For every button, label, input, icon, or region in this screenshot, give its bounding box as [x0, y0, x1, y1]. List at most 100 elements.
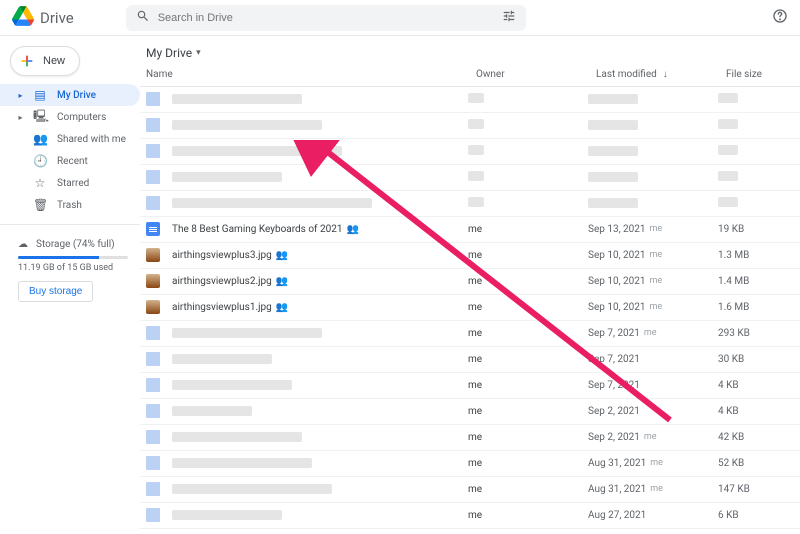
file-size: 1.3 MB	[718, 250, 749, 261]
file-row[interactable]: airthingsviewplus3.jpg 👥meSep 10, 2021 m…	[140, 243, 800, 269]
file-icon	[146, 456, 160, 470]
storage-bar	[18, 256, 128, 259]
sidebar: New ▸▤My Drive▸🖳Computers👥Shared with me…	[0, 36, 140, 534]
file-icon	[146, 170, 160, 184]
shared-icon: 👥	[276, 250, 288, 261]
modified-date: Sep 13, 2021	[588, 224, 646, 235]
owner: me	[468, 302, 482, 313]
file-row[interactable]	[140, 87, 800, 113]
column-headers: Name Owner Last modified ↓ File size	[140, 64, 800, 87]
file-row[interactable]	[140, 191, 800, 217]
file-row[interactable]: airthingsviewplus1.jpg 👥meSep 10, 2021 m…	[140, 295, 800, 321]
cloud-icon: ☁	[18, 239, 28, 250]
nav-icon: ☆	[33, 176, 47, 190]
file-size: 52 KB	[718, 458, 744, 469]
shared-icon: 👥	[276, 276, 288, 287]
file-size: 6 KB	[718, 510, 739, 521]
file-icon	[146, 404, 160, 418]
modified-date: Sep 7, 2021	[588, 328, 640, 339]
owner: me	[468, 250, 482, 261]
file-row[interactable]	[140, 139, 800, 165]
file-name: The 8 Best Gaming Keyboards of 2021	[172, 224, 342, 235]
owner: me	[468, 510, 482, 521]
modified-date: Sep 10, 2021	[588, 276, 646, 287]
owner: me	[468, 276, 482, 287]
file-row[interactable]: airthingsviewplus2.jpg 👥meSep 10, 2021 m…	[140, 269, 800, 295]
modified-date: Aug 27, 2021	[588, 510, 646, 521]
col-name[interactable]: Name	[146, 69, 476, 80]
file-size: 19 KB	[718, 224, 744, 235]
sidebar-item-my-drive[interactable]: ▸▤My Drive	[0, 84, 140, 106]
file-icon	[146, 92, 160, 106]
file-row[interactable]: meAug 31, 2021 me147 KB	[140, 477, 800, 503]
sidebar-item-starred[interactable]: ☆Starred	[0, 172, 140, 194]
logo[interactable]: Drive	[12, 5, 74, 31]
doc-icon	[146, 222, 160, 236]
buy-storage-button[interactable]: Buy storage	[18, 281, 93, 302]
shared-icon: 👥	[346, 224, 358, 235]
modified-date: Sep 2, 2021	[588, 406, 640, 417]
nav-icon: 👥	[33, 132, 47, 146]
file-row[interactable]: meSep 7, 20214 KB	[140, 373, 800, 399]
owner: me	[468, 406, 482, 417]
header: Drive	[0, 0, 800, 36]
file-icon	[146, 326, 160, 340]
storage-label[interactable]: ☁ Storage (74% full)	[18, 239, 128, 250]
file-row[interactable]: me Sep 2, 2021 4 KB	[140, 399, 800, 425]
file-row[interactable]: meAug 27, 2021 me72 KB	[140, 529, 800, 534]
file-icon	[146, 196, 160, 210]
new-button[interactable]: New	[10, 46, 80, 76]
help-icon[interactable]	[772, 8, 788, 27]
file-row[interactable]: meAug 31, 2021 me52 KB	[140, 451, 800, 477]
breadcrumb[interactable]: My Drive ▾	[140, 36, 800, 64]
nav-icon: ▤	[33, 88, 47, 102]
file-row[interactable]	[140, 113, 800, 139]
content: My Drive ▾ Name Owner Last modified ↓ Fi…	[140, 36, 800, 534]
app-name: Drive	[40, 9, 74, 27]
search-input[interactable]	[158, 12, 494, 24]
col-modified[interactable]: Last modified ↓	[596, 69, 726, 80]
new-label: New	[43, 55, 65, 67]
nav-label: Computers	[57, 112, 106, 123]
file-size: 4 KB	[718, 406, 739, 417]
file-row[interactable]	[140, 165, 800, 191]
storage-section: ☁ Storage (74% full) 11.19 GB of 15 GB u…	[0, 239, 140, 302]
file-row[interactable]: meSep 7, 2021 me293 KB	[140, 321, 800, 347]
file-size: 30 KB	[718, 354, 744, 365]
file-icon	[146, 508, 160, 522]
owner: me	[468, 458, 482, 469]
modified-date: Sep 7, 2021	[588, 380, 640, 391]
sidebar-item-shared-with-me[interactable]: 👥Shared with me	[0, 128, 140, 150]
file-row[interactable]: me Aug 27, 2021 6 KB	[140, 503, 800, 529]
drive-logo-icon	[12, 5, 34, 31]
sidebar-item-recent[interactable]: 🕘 Recent	[0, 150, 140, 172]
nav-label: Recent	[57, 156, 88, 167]
sidebar-item-computers[interactable]: ▸🖳Computers	[0, 106, 140, 128]
col-size[interactable]: File size	[726, 69, 800, 80]
file-icon	[146, 352, 160, 366]
modified-date: Sep 10, 2021	[588, 302, 646, 313]
sidebar-item-trash[interactable]: 🗑Trash	[0, 194, 140, 216]
nav-icon: 🗑	[33, 198, 47, 212]
file-row[interactable]: The 8 Best Gaming Keyboards of 2021 👥meS…	[140, 217, 800, 243]
tune-icon[interactable]	[502, 9, 516, 26]
owner: me	[468, 354, 482, 365]
file-size: 1.4 MB	[718, 276, 749, 287]
file-row[interactable]: meSep 2, 2021 me42 KB	[140, 425, 800, 451]
file-row[interactable]: meSep 7, 202130 KB	[140, 347, 800, 373]
plus-icon	[19, 53, 35, 69]
expand-icon: ▸	[18, 91, 23, 100]
owner: me	[468, 432, 482, 443]
shared-icon: 👥	[276, 302, 288, 313]
file-name: airthingsviewplus3.jpg	[172, 250, 272, 261]
file-size: 42 KB	[718, 432, 744, 443]
col-owner[interactable]: Owner	[476, 69, 596, 80]
file-size: 293 KB	[718, 328, 750, 339]
sort-desc-icon: ↓	[663, 69, 668, 80]
nav-icon: 🕘	[33, 154, 47, 168]
file-icon	[146, 430, 160, 444]
search-bar[interactable]	[126, 5, 526, 31]
image-icon	[146, 274, 160, 288]
file-size: 147 KB	[718, 484, 750, 495]
file-list: The 8 Best Gaming Keyboards of 2021 👥meS…	[140, 87, 800, 534]
